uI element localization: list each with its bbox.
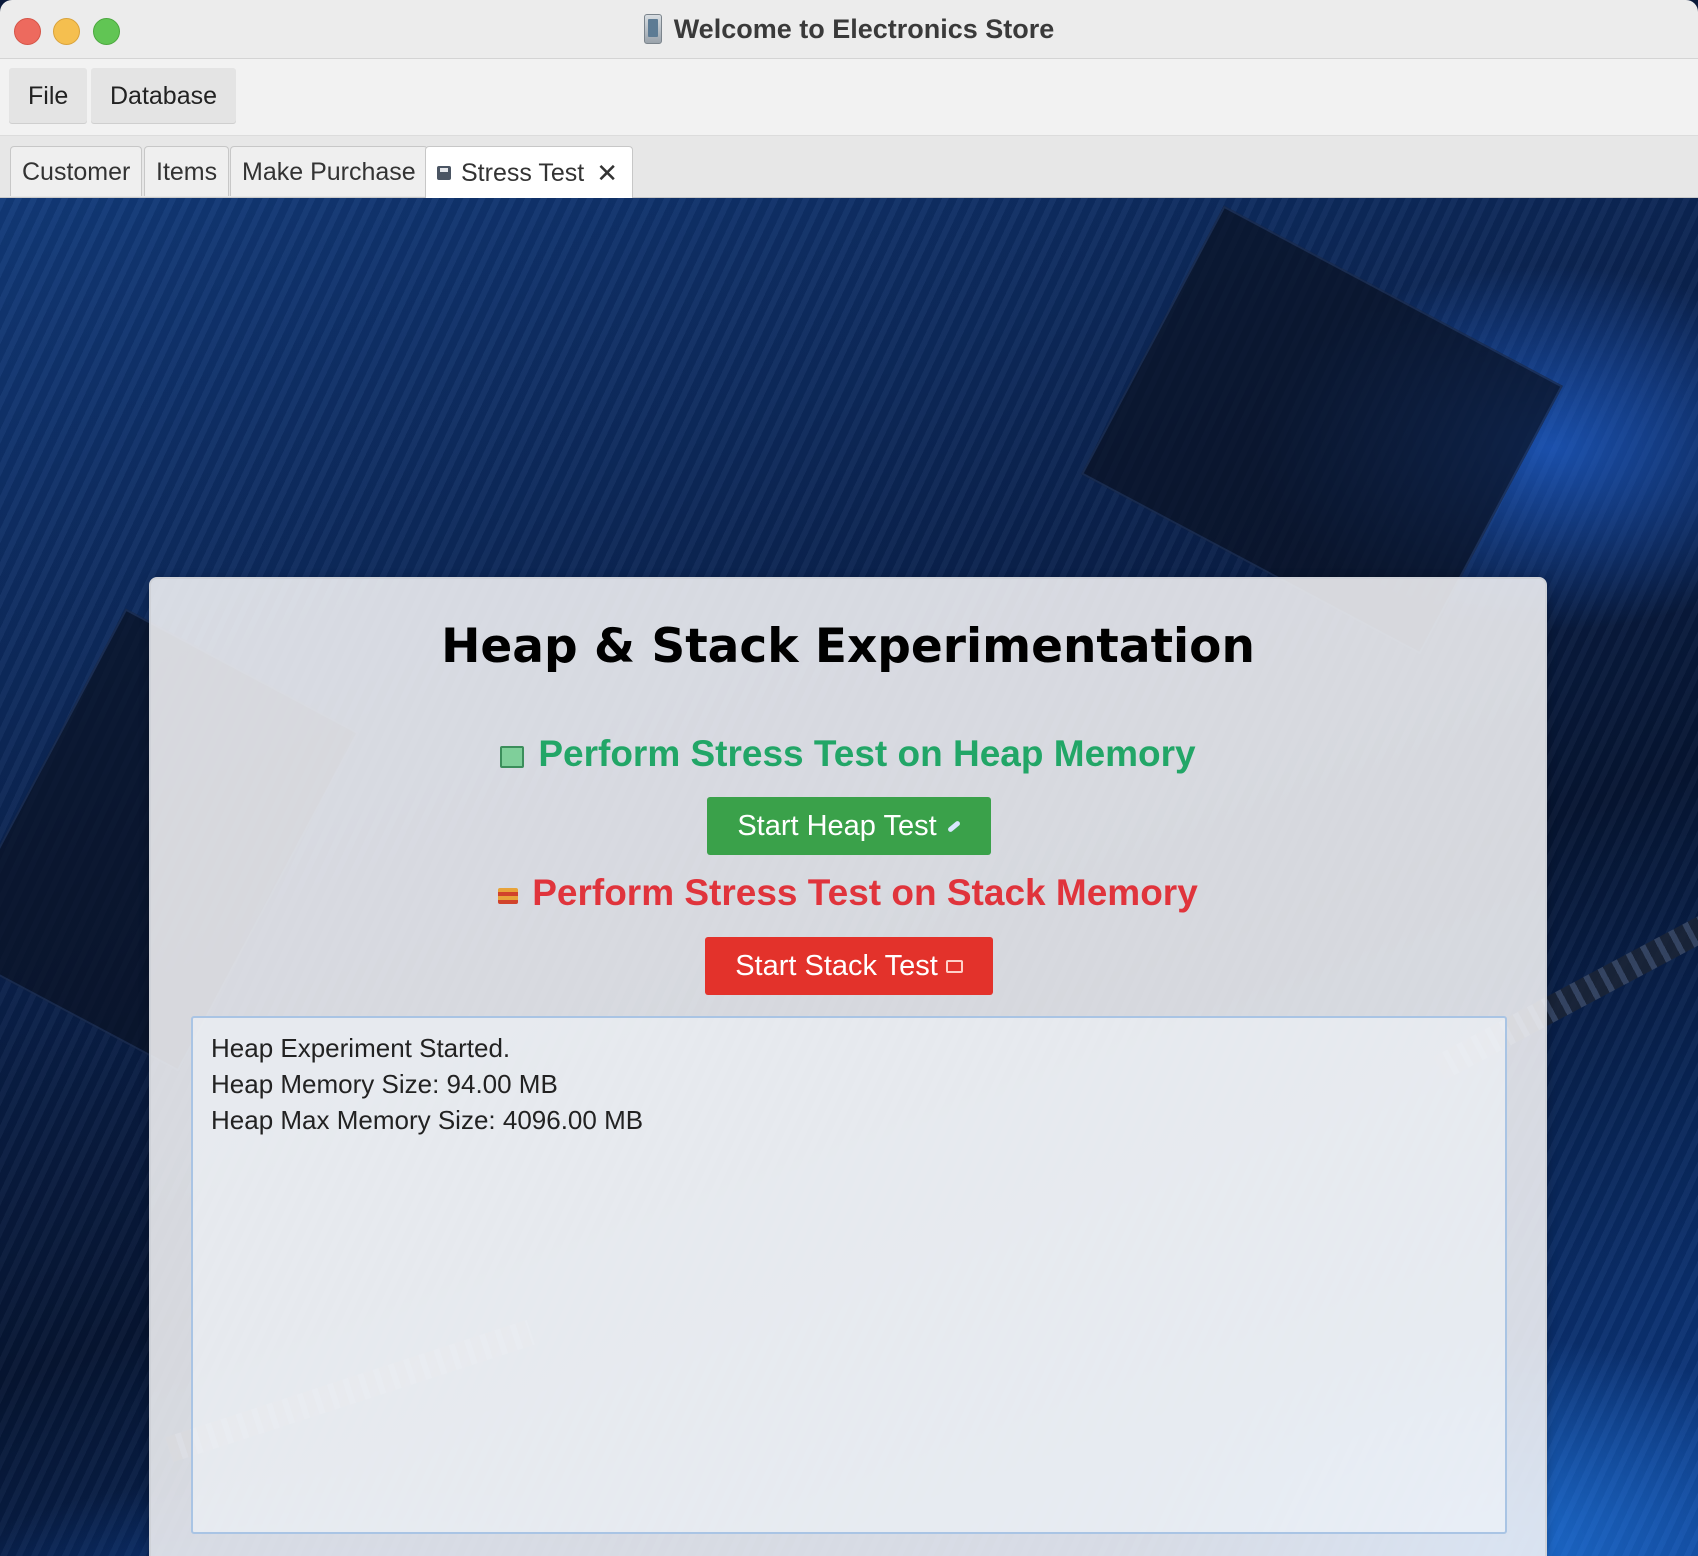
app-window: Welcome to Electronics Store File Databa…	[0, 0, 1698, 1556]
output-line: Heap Max Memory Size: 4096.00 MB	[211, 1105, 644, 1135]
stack-section-text: Perform Stress Test on Stack Memory	[532, 872, 1198, 913]
stack-section-label: Perform Stress Test on Stack Memory	[151, 872, 1545, 914]
heap-section-text: Perform Stress Test on Heap Memory	[538, 733, 1196, 774]
tab-make-purchase[interactable]: Make Purchase	[230, 146, 428, 196]
content-area: Heap & Stack Experimentation Perform Str…	[0, 198, 1698, 1556]
tab-stress-test[interactable]: Stress Test ✕	[425, 146, 633, 198]
close-tab-icon[interactable]: ✕	[596, 148, 618, 198]
output-text-area[interactable]: Heap Experiment Started. Heap Memory Siz…	[191, 1016, 1507, 1534]
menu-bar: File Database	[0, 59, 1698, 136]
output-line: Heap Memory Size: 94.00 MB	[211, 1069, 558, 1099]
rocket-icon	[945, 818, 961, 834]
output-line: Heap Experiment Started.	[211, 1033, 511, 1063]
menu-file[interactable]: File	[9, 68, 88, 124]
start-heap-test-label: Start Heap Test	[737, 810, 937, 842]
tab-stress-test-label: Stress Test	[461, 158, 585, 187]
phone-icon	[643, 14, 662, 44]
start-heap-test-button[interactable]: Start Heap Test	[707, 797, 991, 855]
memory-icon	[500, 746, 525, 768]
stack-icon	[945, 959, 963, 973]
menu-database[interactable]: Database	[91, 68, 237, 124]
tab-customer[interactable]: Customer	[10, 146, 143, 196]
window-title-group: Welcome to Electronics Store	[0, 0, 1698, 58]
start-stack-test-button[interactable]: Start Stack Test	[705, 937, 993, 995]
stack-layers-icon	[498, 888, 519, 904]
tab-items-label: Items	[156, 157, 218, 186]
experiment-panel: Heap & Stack Experimentation Perform Str…	[149, 577, 1547, 1556]
floppy-disk-icon	[437, 165, 451, 180]
window-title: Welcome to Electronics Store	[673, 13, 1055, 44]
panel-title: Heap & Stack Experimentation	[441, 619, 1255, 674]
tab-items[interactable]: Items	[144, 146, 230, 196]
title-bar: Welcome to Electronics Store	[0, 0, 1698, 59]
start-stack-test-label: Start Stack Test	[735, 950, 938, 982]
tab-bar: Customer Items Make Purchase Stress Test…	[0, 136, 1698, 198]
heap-section-label: Perform Stress Test on Heap Memory	[151, 733, 1545, 775]
tab-make-purchase-label: Make Purchase	[242, 157, 416, 186]
tab-customer-label: Customer	[22, 157, 131, 186]
